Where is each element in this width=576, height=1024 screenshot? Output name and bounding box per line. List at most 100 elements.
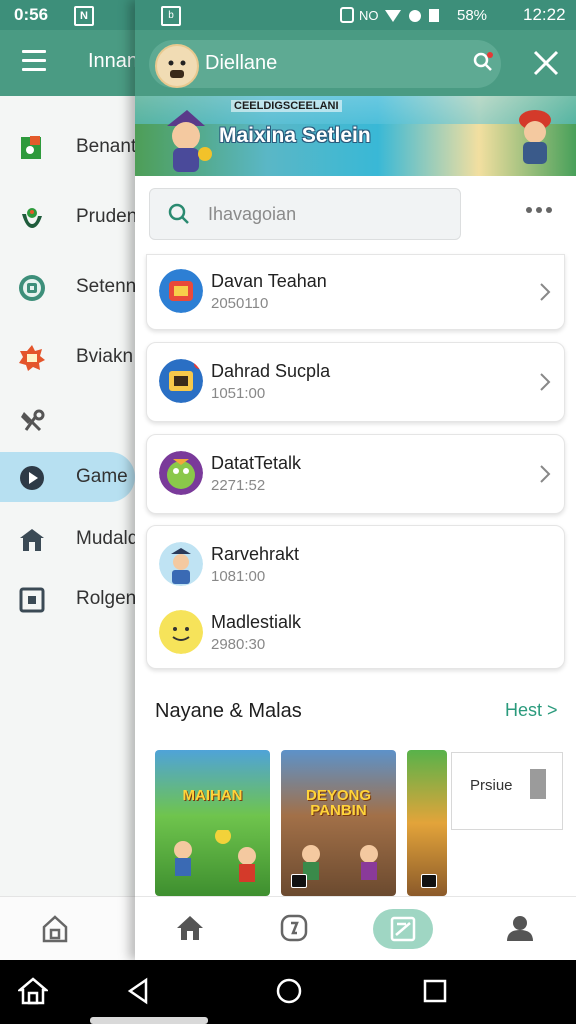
banner-title: Maixina Setlein xyxy=(219,124,371,147)
chat-name: Madlestialk xyxy=(211,612,302,632)
search-icon xyxy=(168,203,189,224)
chat-name: Dahrad Sucpla xyxy=(211,361,331,381)
background-app-bar: Innan xyxy=(0,30,139,96)
section-see-more-link[interactable]: Hest > xyxy=(505,700,558,721)
game-tile[interactable]: DEYONG PANBIN xyxy=(281,750,396,896)
chevron-right-icon xyxy=(540,373,551,391)
promo-banner[interactable]: CEELDIGSCEELANI Maixina Setlein xyxy=(135,96,576,176)
settings-icon xyxy=(19,275,45,301)
chat-avatar xyxy=(159,542,203,586)
account-pill[interactable]: Diellane xyxy=(149,40,501,88)
drawer-item-label: Bviakn xyxy=(76,346,134,367)
app-notification-icon: b xyxy=(161,6,181,26)
tools-icon xyxy=(21,409,45,432)
home-icon[interactable] xyxy=(18,976,48,1006)
battery-percent: 58% xyxy=(457,7,488,24)
chat-group-card: Rarvehrakt 1081:00 Madlestialk 2980:30 xyxy=(146,525,565,669)
drawer-item-mudald[interactable]: Mudald xyxy=(0,514,139,564)
chat-time: 1051:00 xyxy=(211,385,266,402)
profile-icon[interactable] xyxy=(505,913,535,943)
status-time: 0:56 xyxy=(14,5,49,24)
chevron-right-icon xyxy=(540,283,551,301)
search-placeholder: Ihavagoian xyxy=(208,204,297,224)
bottom-navigation xyxy=(135,896,576,960)
game-controller-icon[interactable] xyxy=(279,913,309,943)
game-tile[interactable] xyxy=(407,750,447,896)
home-icon[interactable] xyxy=(175,913,205,943)
system-navigation-bar xyxy=(0,960,576,1024)
user-name: Diellane xyxy=(205,52,278,74)
drawer-item-setenn[interactable]: Setenn xyxy=(0,262,137,312)
notification-icon: N xyxy=(74,6,94,26)
drawer-item-bviakn[interactable]: Bviakn xyxy=(0,332,135,382)
chat-avatar xyxy=(159,610,203,654)
chat-time: 2980:30 xyxy=(211,636,266,653)
search-icon[interactable] xyxy=(473,52,493,72)
section-title: Nayane & Malas xyxy=(155,700,302,722)
home-circle-icon[interactable] xyxy=(274,976,304,1006)
drawer-item-label: Game xyxy=(76,466,128,487)
chat-card[interactable]: Madlestialk 2980:30 xyxy=(147,596,564,666)
svg-text:NO: NO xyxy=(359,8,379,23)
navigation-drawer: Benant Pruden Setenn Bviakn Game Mudald … xyxy=(0,96,139,896)
chat-card[interactable]: Dahrad Sucpla 1051:00 xyxy=(146,342,565,422)
chat-card[interactable]: Rarvehrakt 1081:00 xyxy=(147,526,564,596)
avatar[interactable] xyxy=(155,44,199,88)
gesture-bar[interactable] xyxy=(90,1017,208,1024)
chevron-right-icon xyxy=(540,465,551,483)
play-icon xyxy=(20,466,44,490)
media-badge-icon xyxy=(291,874,307,888)
chat-time: 2271:52 xyxy=(211,477,266,494)
back-icon[interactable] xyxy=(124,976,154,1006)
game-characters-image xyxy=(174,830,256,882)
status-bar: b NO 58% 12:22 xyxy=(135,0,576,30)
book-icon xyxy=(21,136,41,159)
popup-box[interactable]: Prsiue xyxy=(451,752,563,830)
store-icon xyxy=(20,529,44,551)
drawer-item-pruden[interactable]: Pruden xyxy=(0,192,138,242)
drawer-item-tools[interactable] xyxy=(0,396,135,446)
popup-text: Prsiue xyxy=(470,777,513,794)
chat-name: Davan Teahan xyxy=(211,271,327,291)
status-icons: NO xyxy=(340,7,439,23)
banner-character-image xyxy=(519,110,551,164)
face-icon xyxy=(168,60,186,78)
chat-avatar xyxy=(159,269,203,313)
recents-icon[interactable] xyxy=(420,976,450,1006)
status-clock: 12:22 xyxy=(523,5,566,24)
background-status-bar: 0:56 N xyxy=(0,0,135,30)
chat-time: 2050110 xyxy=(211,295,269,312)
chat-name: DatatTetalk xyxy=(211,453,302,473)
home-icon[interactable] xyxy=(42,915,68,943)
chart-icon xyxy=(390,916,416,942)
game-tile-title: MAIHAN xyxy=(182,787,243,804)
chat-card[interactable]: DatatTetalk 2271:52 xyxy=(146,434,565,514)
leaf-icon xyxy=(22,208,42,228)
drawer-item-label: Pruden xyxy=(76,206,138,227)
more-options-icon[interactable] xyxy=(523,200,555,220)
drawer-item-label: Benant xyxy=(76,136,137,157)
game-tile[interactable]: MAIHAN xyxy=(155,750,270,896)
search-field[interactable]: Ihavagoian xyxy=(149,188,461,240)
banner-subtitle: CEELDIGSCEELANI xyxy=(231,100,342,112)
background-bottom-bar xyxy=(0,896,135,961)
overlay-panel: b NO 58% 12:22 Diellane CEELDIGSCEELANI … xyxy=(135,0,576,960)
banner-character-image xyxy=(167,110,212,172)
chat-avatar xyxy=(159,451,203,495)
popup-bar xyxy=(530,769,546,799)
square-icon xyxy=(19,587,45,613)
drawer-item-rolgen[interactable]: Rolgen xyxy=(0,574,136,624)
drawer-item-label: Mudald xyxy=(76,528,139,549)
drawer-item-game[interactable]: Game xyxy=(0,452,135,502)
chat-card[interactable]: Davan Teahan 2050110 xyxy=(146,254,565,330)
drawer-item-benant[interactable]: Benant xyxy=(0,122,137,172)
close-icon[interactable] xyxy=(529,46,563,80)
background-app-title: Innan xyxy=(88,50,139,72)
chat-avatar xyxy=(159,359,203,403)
active-tab-indicator[interactable] xyxy=(373,909,433,949)
game-tile-title: DEYONG PANBIN xyxy=(305,787,371,819)
drawer-item-label: Setenn xyxy=(76,276,137,297)
menu-icon[interactable] xyxy=(22,50,46,74)
media-badge-icon xyxy=(421,874,437,888)
badge-icon xyxy=(19,345,45,371)
